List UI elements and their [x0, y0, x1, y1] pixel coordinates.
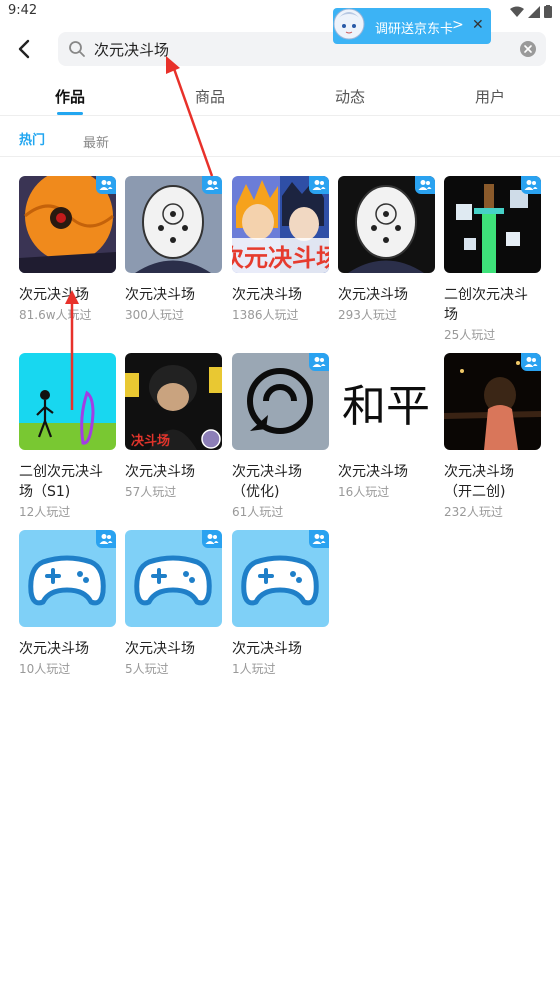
search-input[interactable]: 次元决斗场 — [94, 39, 169, 60]
multiplayer-badge-icon — [96, 176, 116, 194]
multiplayer-badge-icon — [202, 176, 222, 194]
work-title: 次元决斗场 — [338, 464, 408, 480]
play-count: 57人玩过 — [125, 485, 177, 499]
work-card[interactable]: 次元决斗场 300人玩过 — [125, 176, 222, 325]
work-thumbnail[interactable]: 次元决斗场 — [232, 176, 329, 273]
work-title: 次元决斗场 — [232, 641, 302, 657]
work-title: 次元决斗场 — [125, 287, 195, 303]
tab-products[interactable]: 商品 — [175, 86, 245, 107]
status-icons — [510, 5, 552, 18]
wifi-icon — [510, 6, 524, 17]
multiplayer-badge-icon — [521, 353, 541, 371]
work-card[interactable]: 和平 次元决斗场 16人玩过 — [338, 353, 435, 502]
search-icon — [69, 41, 85, 57]
promo-close-button[interactable]: ✕ — [472, 17, 484, 33]
work-card[interactable]: 决斗场 次元决斗场 57人玩过 — [125, 353, 222, 502]
promo-text: 调研送京东卡 — [375, 22, 454, 37]
multiplayer-badge-icon — [309, 530, 329, 548]
work-card[interactable]: 二创次元决斗场 25人玩过 — [444, 176, 541, 345]
clear-icon[interactable] — [520, 41, 536, 57]
work-thumbnail[interactable] — [444, 353, 541, 450]
work-card[interactable]: 次元决斗场 次元决斗场 1386人玩过 — [232, 176, 329, 325]
work-title: 次元决斗场 — [125, 464, 195, 480]
work-thumbnail[interactable] — [338, 176, 435, 273]
work-title: 次元决斗场 — [232, 287, 302, 303]
tab-works[interactable]: 作品 — [35, 86, 105, 107]
multiplayer-badge-icon — [309, 176, 329, 194]
play-count: 10人玩过 — [19, 662, 71, 676]
svg-text:决斗场: 决斗场 — [131, 433, 170, 449]
tab-users[interactable]: 用户 — [455, 86, 525, 107]
work-card[interactable]: 次元决斗场（开二创) 232人玩过 — [444, 353, 541, 522]
mascot-avatar-icon — [333, 8, 365, 40]
tab-feeds[interactable]: 动态 — [315, 86, 385, 107]
work-title: 次元决斗场 — [19, 641, 89, 657]
back-arrow-icon[interactable] — [12, 36, 38, 62]
work-thumbnail[interactable]: 和平 — [338, 353, 435, 450]
play-count: 293人玩过 — [338, 308, 397, 322]
work-card[interactable]: 次元决斗场 293人玩过 — [338, 176, 435, 325]
work-card[interactable]: 二创次元决斗场（S1) 12人玩过 — [19, 353, 116, 522]
work-thumbnail[interactable] — [19, 353, 116, 450]
multiplayer-badge-icon — [521, 176, 541, 194]
work-thumbnail[interactable] — [232, 353, 329, 450]
tab-active-indicator — [57, 112, 83, 115]
work-thumbnail[interactable] — [19, 530, 116, 627]
work-thumbnail[interactable] — [19, 176, 116, 273]
play-count: 81.6w人玩过 — [19, 308, 92, 322]
work-card[interactable]: 次元决斗场 5人玩过 — [125, 530, 222, 679]
multiplayer-badge-icon — [96, 530, 116, 548]
work-title: 次元决斗场（优化) — [232, 464, 302, 500]
play-count: 5人玩过 — [125, 662, 169, 676]
play-count: 12人玩过 — [19, 505, 71, 519]
work-thumbnail[interactable]: 决斗场 — [125, 353, 222, 450]
annotation-arrow-search — [166, 56, 214, 177]
sort-tabs: 热门 最新 — [0, 117, 560, 157]
multiplayer-badge-icon — [309, 353, 329, 371]
work-thumbnail[interactable] — [125, 530, 222, 627]
sort-hot[interactable]: 热门 — [19, 129, 45, 148]
work-title: 次元决斗场 — [19, 287, 89, 303]
play-count: 1386人玩过 — [232, 308, 299, 322]
multiplayer-badge-icon — [202, 530, 222, 548]
work-title: 次元决斗场 — [338, 287, 408, 303]
work-thumbnail[interactable] — [232, 530, 329, 627]
svg-text:次元决斗场: 次元决斗场 — [232, 244, 329, 272]
play-count: 25人玩过 — [444, 328, 496, 342]
work-thumbnail[interactable] — [125, 176, 222, 273]
work-thumbnail[interactable] — [444, 176, 541, 273]
multiplayer-badge-icon — [415, 176, 435, 194]
work-card[interactable]: 次元决斗场 1人玩过 — [232, 530, 329, 679]
play-count: 61人玩过 — [232, 505, 284, 519]
play-count: 300人玩过 — [125, 308, 184, 322]
chevron-right-icon: > — [452, 17, 464, 33]
status-time: 9:42 — [8, 3, 38, 18]
work-title: 二创次元决斗场（S1) — [19, 464, 103, 500]
promo-banner[interactable]: 调研送京东卡 > ✕ — [333, 8, 491, 44]
tab-bar: 作品 商品 动态 用户 — [0, 78, 560, 116]
work-title: 二创次元决斗场 — [444, 287, 528, 323]
play-count: 232人玩过 — [444, 505, 503, 519]
battery-icon — [544, 5, 552, 18]
play-count: 1人玩过 — [232, 662, 276, 676]
work-card[interactable]: 次元决斗场（优化) 61人玩过 — [232, 353, 329, 522]
signal-icon — [528, 5, 540, 18]
work-card[interactable]: 次元决斗场 10人玩过 — [19, 530, 116, 679]
work-title: 次元决斗场 — [125, 641, 195, 657]
work-title: 次元决斗场（开二创) — [444, 464, 514, 500]
sort-latest[interactable]: 最新 — [83, 132, 109, 151]
work-card[interactable]: 次元决斗场 81.6w人玩过 — [19, 176, 116, 325]
play-count: 16人玩过 — [338, 485, 390, 499]
svg-text:和平: 和平 — [342, 381, 430, 432]
